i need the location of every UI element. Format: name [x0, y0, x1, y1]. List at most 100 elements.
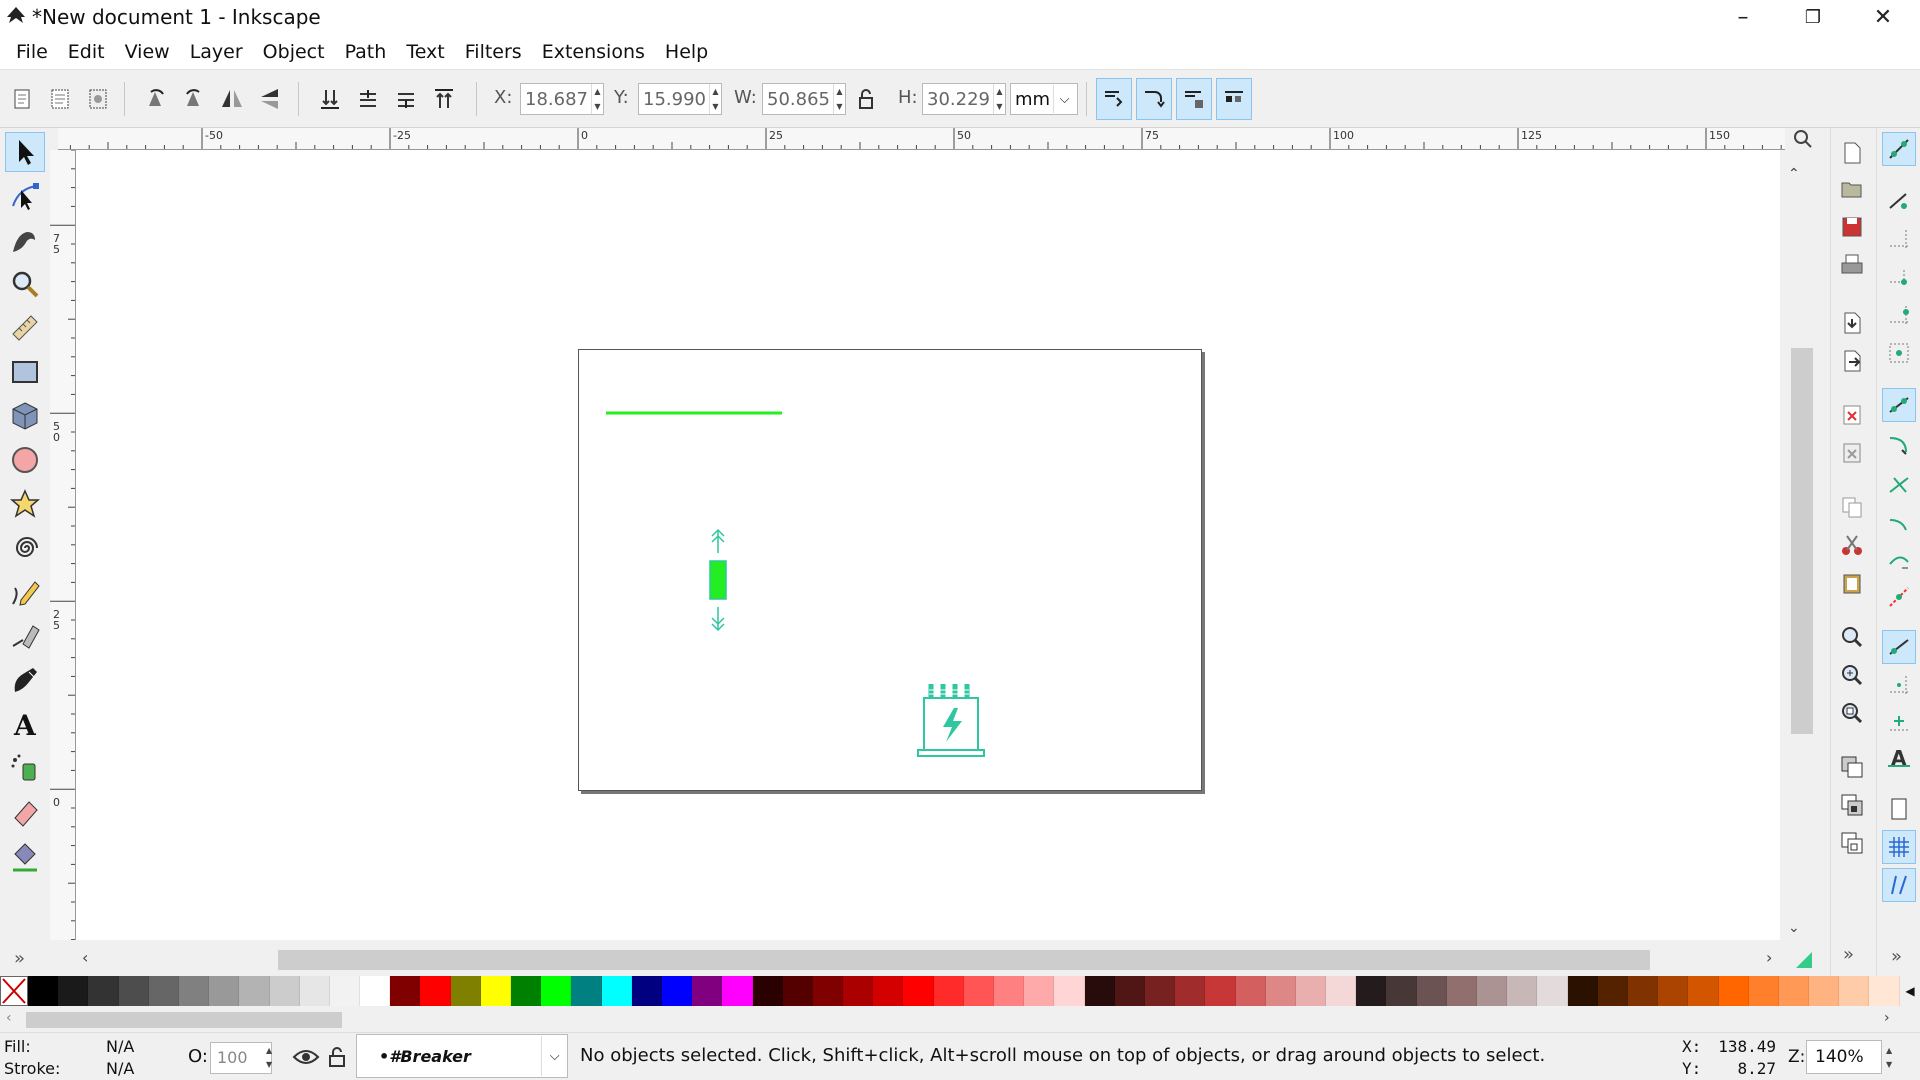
paint-bucket-tool[interactable]: [5, 836, 45, 876]
snap-guides-icon[interactable]: [1882, 868, 1916, 902]
color-swatch[interactable]: [88, 976, 119, 1006]
color-swatch[interactable]: [118, 976, 149, 1006]
color-swatch[interactable]: [1144, 976, 1176, 1006]
open-folder-icon[interactable]: [1837, 174, 1867, 204]
h-stepper[interactable]: ▲ ▼: [993, 84, 1005, 114]
scroll-down-icon[interactable]: ⌄: [1788, 920, 1800, 936]
menu-filters[interactable]: Filters: [455, 41, 532, 63]
w-input[interactable]: [763, 84, 833, 114]
menu-text[interactable]: Text: [396, 41, 454, 63]
ellipse-tool[interactable]: [5, 440, 45, 480]
menu-path[interactable]: Path: [335, 41, 397, 63]
color-swatch[interactable]: [963, 976, 994, 1006]
color-swatch[interactable]: [480, 976, 511, 1006]
snap-cusp-icon[interactable]: [1882, 508, 1916, 542]
more-snap-icon[interactable]: »: [1891, 946, 1902, 967]
y-input[interactable]: [639, 84, 709, 114]
snap-toggle-icon[interactable]: [1882, 132, 1916, 166]
palette-menu-icon[interactable]: ◀: [1900, 976, 1920, 1006]
text-tool[interactable]: A: [5, 704, 45, 744]
star-tool[interactable]: [5, 484, 45, 524]
flip-horizontal-icon[interactable]: [216, 80, 248, 118]
lower-icon[interactable]: [352, 80, 384, 118]
snap-bbox-edge-icon[interactable]: [1882, 222, 1916, 256]
y-field[interactable]: ▲▼: [638, 83, 722, 115]
color-swatch[interactable]: [239, 976, 270, 1006]
menu-extensions[interactable]: Extensions: [532, 41, 655, 63]
snap-bbox-midpoint-icon[interactable]: [1882, 298, 1916, 332]
new-document-icon[interactable]: [1837, 138, 1867, 168]
color-swatch[interactable]: [1778, 976, 1810, 1006]
paste-icon[interactable]: [1837, 568, 1867, 598]
redo-icon[interactable]: [1837, 438, 1867, 468]
menu-file[interactable]: File: [6, 41, 58, 63]
select-all-layers-icon[interactable]: [44, 80, 76, 118]
snap-object-center-icon[interactable]: [1882, 668, 1916, 702]
calligraphy-tool[interactable]: [5, 660, 45, 700]
color-swatch[interactable]: [631, 976, 662, 1006]
h-input[interactable]: [923, 84, 993, 114]
color-swatch[interactable]: [299, 976, 330, 1006]
transform-patterns-icon[interactable]: [1216, 78, 1252, 120]
opacity-field[interactable]: 100: [210, 1042, 272, 1074]
clone-icon[interactable]: [1837, 790, 1867, 820]
snap-smooth-icon[interactable]: [1882, 544, 1916, 578]
scroll-left-icon[interactable]: ‹: [82, 948, 88, 967]
no-paint-swatch[interactable]: [0, 976, 28, 1006]
color-swatch[interactable]: [1114, 976, 1145, 1006]
rotate-cw-icon[interactable]: [178, 80, 210, 118]
color-swatch[interactable]: [1326, 976, 1357, 1006]
color-swatch[interactable]: [209, 976, 240, 1006]
copy-icon[interactable]: [1837, 492, 1867, 522]
color-swatch[interactable]: [1235, 976, 1266, 1006]
y-stepper[interactable]: ▲ ▼: [709, 84, 721, 114]
opacity-stepper[interactable]: ▲ ▼: [266, 1044, 272, 1072]
color-swatch[interactable]: [58, 976, 89, 1006]
palette-scroll-right-icon[interactable]: ›: [1884, 1010, 1890, 1026]
print-icon[interactable]: [1837, 250, 1867, 280]
color-swatch[interactable]: [1567, 976, 1598, 1006]
undo-icon[interactable]: [1837, 400, 1867, 430]
lower-to-bottom-icon[interactable]: [314, 80, 346, 118]
3d-box-tool[interactable]: [5, 396, 45, 436]
color-swatch[interactable]: [1839, 976, 1870, 1006]
menu-edit[interactable]: Edit: [58, 41, 115, 63]
measure-tool[interactable]: [5, 308, 45, 348]
unit-dropdown[interactable]: mm ⌵: [1010, 83, 1078, 115]
color-swatch[interactable]: [1054, 976, 1085, 1006]
color-swatch[interactable]: [994, 976, 1025, 1006]
layer-dropdown[interactable]: •#Breaker ⌵: [356, 1034, 568, 1078]
snap-intersections-icon[interactable]: [1882, 468, 1916, 502]
color-swatch[interactable]: [1718, 976, 1749, 1006]
color-swatch[interactable]: [1477, 976, 1508, 1006]
lock-icon[interactable]: [326, 1045, 348, 1069]
select-all-icon[interactable]: [6, 80, 38, 118]
color-swatch[interactable]: [329, 976, 361, 1006]
eraser-tool[interactable]: [5, 792, 45, 832]
snap-bbox-icon[interactable]: [1882, 184, 1916, 218]
color-swatch[interactable]: [1688, 976, 1719, 1006]
color-swatch[interactable]: [1537, 976, 1568, 1006]
snap-others-icon[interactable]: [1882, 630, 1916, 664]
color-swatch[interactable]: [692, 976, 723, 1006]
color-swatch[interactable]: [1386, 976, 1417, 1006]
h-field[interactable]: ▲▼: [922, 83, 1006, 115]
color-swatch[interactable]: [541, 976, 572, 1006]
lock-proportions-icon[interactable]: [850, 80, 882, 118]
snap-nodes-icon[interactable]: [1882, 388, 1916, 422]
rectangle-tool[interactable]: [5, 352, 45, 392]
export-icon[interactable]: [1837, 346, 1867, 376]
color-swatch[interactable]: [450, 976, 481, 1006]
color-swatch[interactable]: [722, 976, 753, 1006]
transform-gradients-icon[interactable]: [1176, 78, 1212, 120]
w-field[interactable]: ▲▼: [762, 83, 846, 115]
cut-icon[interactable]: [1837, 530, 1867, 560]
palette-scroll-thumb[interactable]: [26, 1012, 342, 1028]
color-swatch[interactable]: [903, 976, 934, 1006]
rotate-ccw-icon[interactable]: [140, 80, 172, 118]
menu-view[interactable]: View: [115, 41, 180, 63]
color-swatch[interactable]: [1024, 976, 1055, 1006]
selector-tool[interactable]: [5, 132, 45, 172]
color-swatch[interactable]: [843, 976, 874, 1006]
color-swatch[interactable]: [782, 976, 813, 1006]
